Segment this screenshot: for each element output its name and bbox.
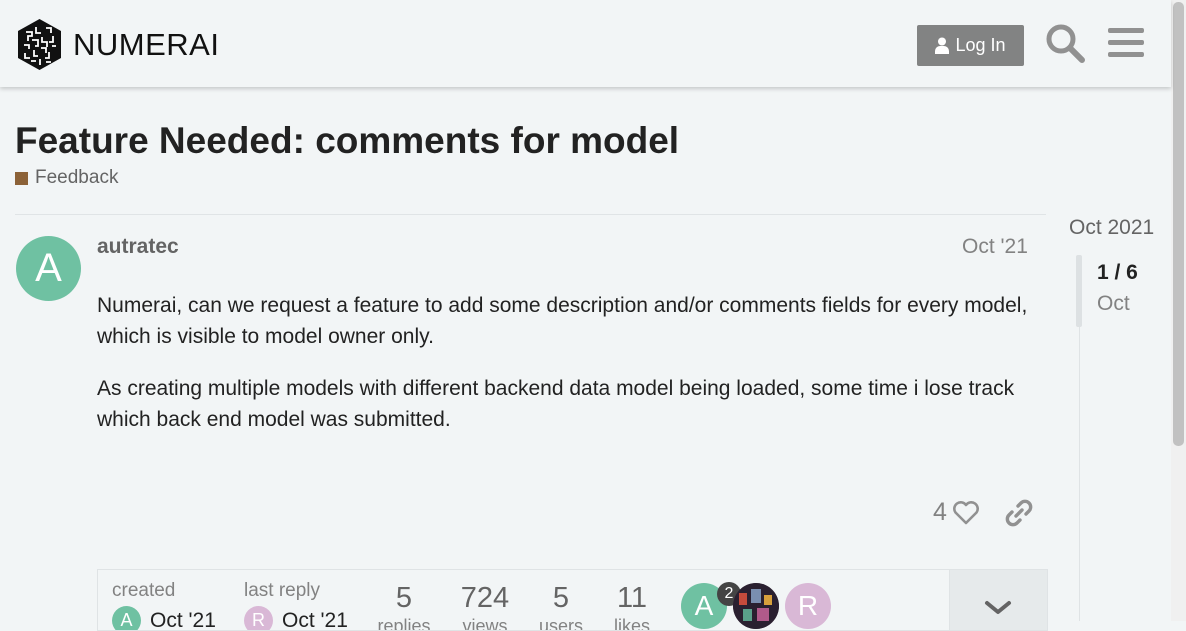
post-author-name[interactable]: autratec: [97, 235, 179, 259]
post-paragraph: As creating multiple models with differe…: [97, 373, 1032, 435]
likes-count: 11: [592, 582, 672, 615]
user-icon: [935, 37, 949, 54]
last-reply-label: last reply: [244, 580, 320, 602]
hamburger-menu-icon[interactable]: [1105, 22, 1147, 64]
users-label: users: [521, 616, 601, 631]
login-label: Log In: [955, 35, 1005, 56]
timeline-start-date[interactable]: Oct 2021: [1069, 216, 1154, 240]
chevron-down-icon: [984, 600, 1012, 616]
created-info[interactable]: A Oct '21: [112, 606, 216, 631]
participant-avatar[interactable]: R: [785, 583, 831, 629]
participant-avatar[interactable]: [733, 583, 779, 629]
creator-avatar: A: [112, 606, 141, 631]
avatar-image-icon: [733, 583, 779, 629]
logo-text: NUMERAI: [73, 27, 219, 63]
last-reply-date: Oct '21: [282, 609, 348, 631]
topic-summary: created A Oct '21 last reply R Oct '21 5…: [97, 569, 949, 631]
topic-title[interactable]: Feature Needed: comments for model: [15, 120, 679, 162]
timeline-position: 1 / 6: [1097, 261, 1138, 285]
replies-count: 5: [364, 582, 444, 615]
views-label: views: [445, 616, 525, 631]
like-button[interactable]: 4: [933, 497, 981, 527]
numerai-logo-icon: [16, 18, 63, 71]
replies-label: replies: [364, 616, 444, 631]
created-label: created: [112, 580, 175, 602]
timeline-current-date: Oct: [1097, 292, 1130, 316]
post-body: Numerai, can we request a feature to add…: [97, 290, 1032, 456]
site-header: NUMERAI Log In: [0, 0, 1171, 87]
post-paragraph: Numerai, can we request a feature to add…: [97, 290, 1032, 352]
scrollbar-thumb[interactable]: [1173, 2, 1184, 446]
share-link-icon[interactable]: [1003, 497, 1035, 529]
users-count: 5: [521, 582, 601, 615]
created-date: Oct '21: [150, 609, 216, 631]
category-label: Feedback: [35, 167, 118, 189]
search-icon[interactable]: [1044, 22, 1086, 64]
likes-label: likes: [592, 616, 672, 631]
author-avatar[interactable]: A: [16, 236, 81, 301]
last-reply-info[interactable]: R Oct '21: [244, 606, 348, 631]
heart-icon: [951, 497, 981, 527]
category-badge[interactable]: Feedback: [15, 167, 118, 189]
expand-summary-button[interactable]: [949, 569, 1048, 631]
timeline-scroller-handle[interactable]: [1076, 255, 1082, 327]
site-logo[interactable]: NUMERAI: [16, 18, 219, 71]
post-date[interactable]: Oct '21: [962, 235, 1028, 259]
last-replier-avatar: R: [244, 606, 273, 631]
login-button[interactable]: Log In: [917, 25, 1024, 66]
like-count: 4: [933, 498, 947, 527]
topic-divider: [15, 214, 1046, 215]
category-color-swatch: [15, 172, 28, 185]
views-count: 724: [445, 582, 525, 615]
